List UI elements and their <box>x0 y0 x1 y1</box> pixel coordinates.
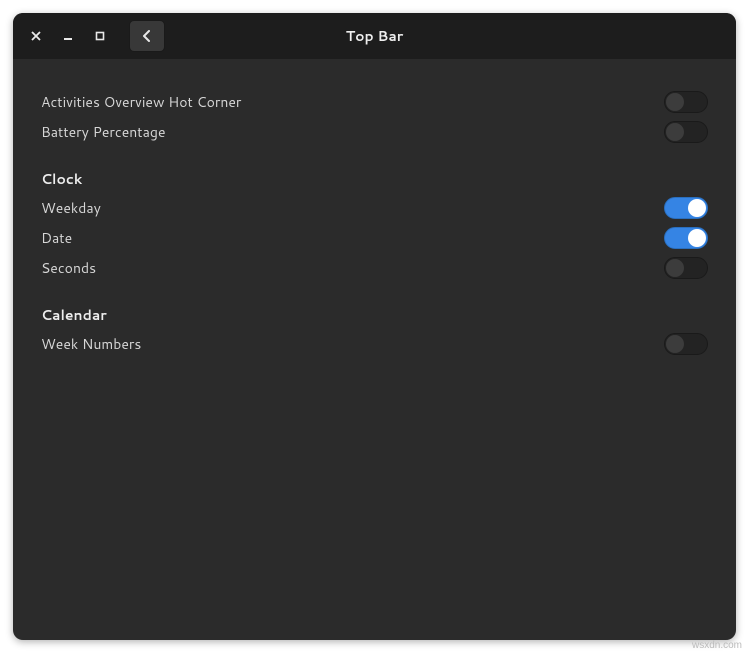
toggle-knob <box>666 93 684 111</box>
toggle-knob <box>688 229 706 247</box>
watermark: wsxdn.com <box>692 640 742 651</box>
setting-label: Weekday <box>41 198 101 218</box>
battery-percentage-toggle[interactable] <box>664 121 708 143</box>
back-button[interactable] <box>129 20 165 52</box>
toggle-knob <box>688 199 706 217</box>
section-header-clock: Clock <box>41 169 708 189</box>
window-title: Top Bar <box>346 26 404 46</box>
section-header-calendar: Calendar <box>41 305 708 325</box>
setting-label: Week Numbers <box>41 334 141 354</box>
setting-label: Seconds <box>41 258 96 278</box>
setting-row: Weekday <box>41 193 708 223</box>
maximize-button[interactable] <box>85 21 115 51</box>
weekday-toggle[interactable] <box>664 197 708 219</box>
setting-row: Week Numbers <box>41 329 708 359</box>
seconds-toggle[interactable] <box>664 257 708 279</box>
chevron-left-icon <box>141 30 153 42</box>
setting-label: Date <box>41 228 72 248</box>
activities-hot-corner-toggle[interactable] <box>664 91 708 113</box>
content-area: Activities Overview Hot Corner Battery P… <box>13 59 736 640</box>
setting-label: Battery Percentage <box>41 122 165 142</box>
toggle-knob <box>666 335 684 353</box>
titlebar: Top Bar <box>13 13 736 59</box>
week-numbers-toggle[interactable] <box>664 333 708 355</box>
date-toggle[interactable] <box>664 227 708 249</box>
maximize-icon <box>95 31 105 41</box>
close-button[interactable] <box>21 21 51 51</box>
minimize-button[interactable] <box>53 21 83 51</box>
setting-row: Date <box>41 223 708 253</box>
setting-row: Battery Percentage <box>41 117 708 147</box>
settings-window: Top Bar Activities Overview Hot Corner B… <box>13 13 736 640</box>
setting-row: Activities Overview Hot Corner <box>41 87 708 117</box>
toggle-knob <box>666 123 684 141</box>
setting-label: Activities Overview Hot Corner <box>41 92 241 112</box>
toggle-knob <box>666 259 684 277</box>
close-icon <box>31 31 41 41</box>
minimize-icon <box>63 31 73 41</box>
setting-row: Seconds <box>41 253 708 283</box>
window-controls <box>21 21 115 51</box>
